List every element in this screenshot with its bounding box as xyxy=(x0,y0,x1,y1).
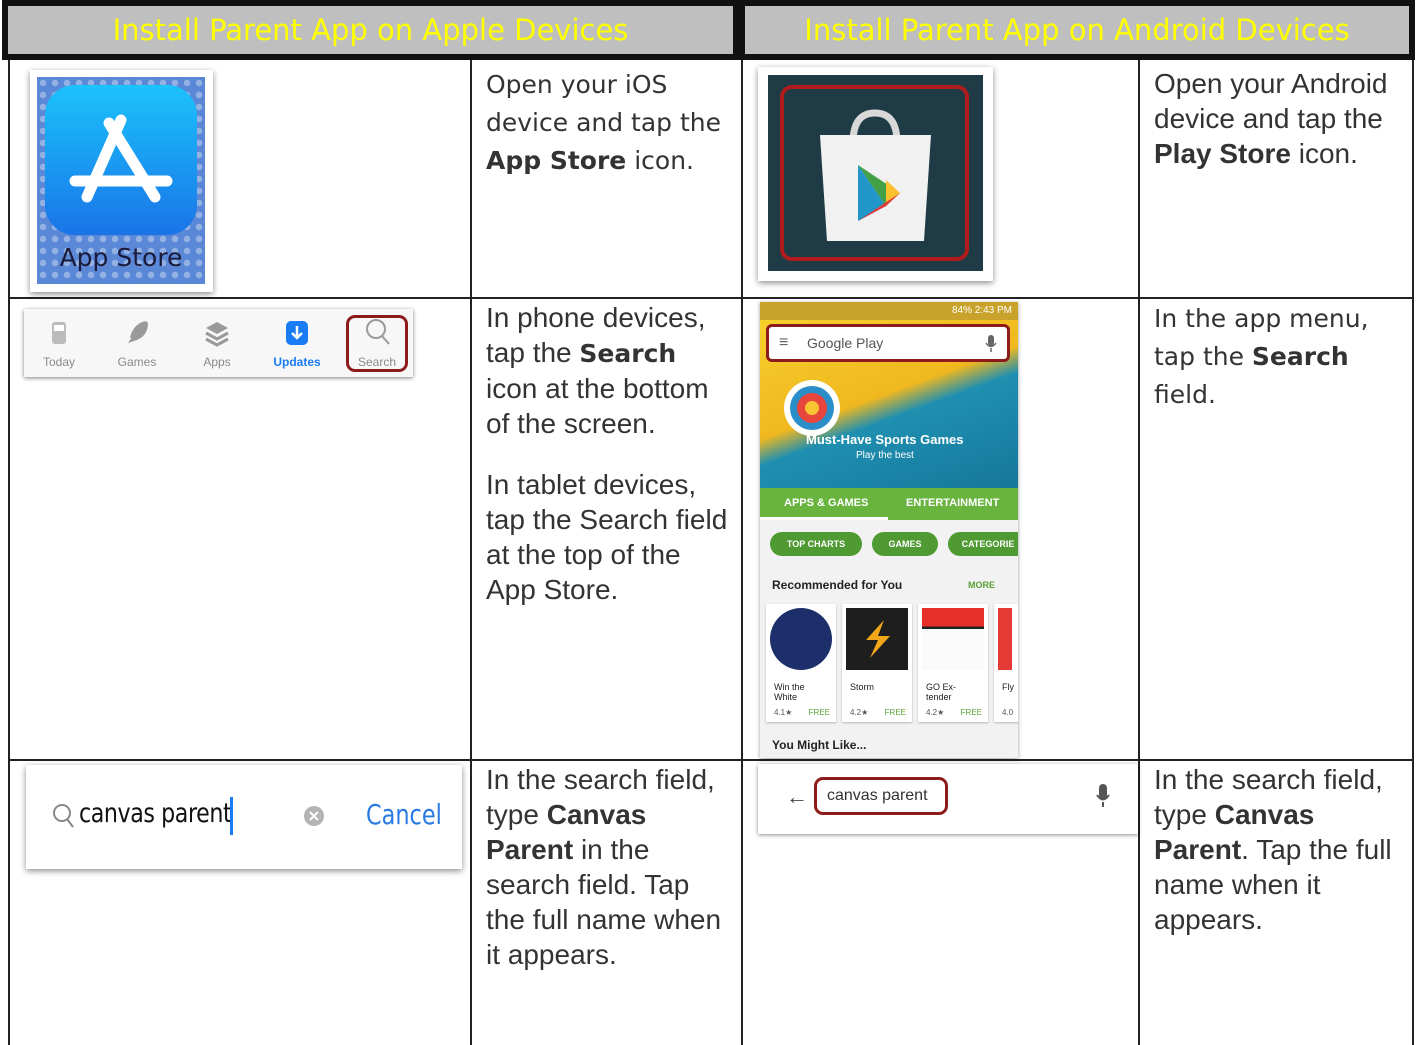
tab-updates[interactable]: Updates xyxy=(262,309,332,377)
apple-step2-tablet: In tablet devices, tap the Search field … xyxy=(486,469,728,605)
header-android: Install Parent App on Android Devices xyxy=(739,0,1415,60)
apple-step2-text: In phone devices, tap the Search icon at… xyxy=(486,300,731,607)
app-price: FREE xyxy=(808,708,830,717)
ios-search-bar[interactable]: canvas parent Cancel xyxy=(26,765,462,869)
app-rating: 4.1★ xyxy=(774,708,793,717)
ios-search-input[interactable]: canvas parent xyxy=(79,798,232,829)
app-price: FREE xyxy=(884,708,906,717)
android-search-bar[interactable]: ← canvas parent xyxy=(758,764,1138,834)
apple-step3-text: In the search field, type Canvas Parent … xyxy=(486,762,731,972)
chip-games[interactable]: GAMES xyxy=(872,532,938,556)
google-play-search-field[interactable]: ≡ Google Play xyxy=(766,324,1010,362)
google-play-placeholder: Google Play xyxy=(807,335,884,351)
tab-today-label: Today xyxy=(42,355,76,369)
android-search-input[interactable]: canvas parent xyxy=(814,777,948,815)
instructions-table: Install Parent App on Apple Devices Inst… xyxy=(0,0,1416,1045)
app-rating: 4.0 xyxy=(1002,708,1014,717)
apple-step2-bold: Search xyxy=(579,339,677,368)
app-card[interactable]: GO Ex-tender 4.2★ FREE xyxy=(918,604,988,722)
rocket-icon xyxy=(128,321,148,343)
search-tab-highlight xyxy=(346,315,408,372)
google-play-screenshot: 84% 2:43 PM Must-Have Sports Games Play … xyxy=(760,302,1018,758)
today-icon xyxy=(52,322,66,344)
border-left xyxy=(8,60,10,1045)
chip-top-charts[interactable]: TOP CHARTS xyxy=(770,532,862,556)
android-step2-post: field. xyxy=(1154,380,1216,409)
target-icon xyxy=(784,380,840,436)
app-rating: 4.2★ xyxy=(926,708,945,717)
banner-title: Must-Have Sports Games xyxy=(806,432,964,447)
border-col3 xyxy=(1138,60,1140,1045)
border-col1 xyxy=(470,60,472,1045)
apple-step1-post: icon. xyxy=(634,146,694,175)
updates-icon xyxy=(286,321,308,345)
mic-icon[interactable] xyxy=(1096,784,1110,808)
android-step1-bold: Play Store xyxy=(1154,138,1291,169)
app-rating: 4.2★ xyxy=(850,708,869,717)
app-card[interactable]: Storm 4.2★ FREE xyxy=(842,604,912,722)
storm-logo xyxy=(866,620,890,658)
app-name: Win the White xyxy=(774,682,805,702)
border-col2 xyxy=(741,60,743,1045)
app-name: Fly xyxy=(1002,682,1014,692)
app-name: GO Ex-tender xyxy=(926,682,957,702)
app-art xyxy=(922,608,984,670)
app-store-label: App Store xyxy=(59,243,183,272)
banner-subtitle: Play the best xyxy=(856,450,914,461)
mic-icon[interactable] xyxy=(985,335,997,353)
play-store-icon xyxy=(820,109,931,241)
menu-icon[interactable]: ≡ xyxy=(779,327,788,359)
app-name: Storm xyxy=(850,682,875,692)
header-apple: Install Parent App on Apple Devices xyxy=(2,0,739,60)
app-art xyxy=(998,608,1012,670)
layers-icon xyxy=(205,322,229,347)
clear-icon[interactable] xyxy=(303,805,325,827)
apple-step2-phone: In phone devices, tap the Search icon at… xyxy=(486,300,731,441)
app-art xyxy=(770,608,832,670)
might-like-heading: You Might Like... xyxy=(772,738,867,752)
status-bar: 84% 2:43 PM xyxy=(760,302,1018,320)
search-icon xyxy=(53,804,74,828)
apple-step2-post: icon at the bottom of the screen. xyxy=(486,373,709,439)
app-art xyxy=(846,608,908,670)
android-step1-pre: Open your Android device and tap the xyxy=(1154,68,1388,134)
android-step1-text: Open your Android device and tap the Pla… xyxy=(1154,66,1399,171)
tab-updates-label: Updates xyxy=(273,355,321,369)
cancel-button[interactable]: Cancel xyxy=(366,798,442,831)
play-store-image xyxy=(758,67,993,281)
tab-apps-label: Apps xyxy=(203,355,231,369)
apple-step1-bold: App Store xyxy=(486,146,627,175)
border-right xyxy=(1412,60,1414,1045)
app-card[interactable]: Win the White 4.1★ FREE xyxy=(766,604,836,722)
app-card[interactable]: Fly 4.0 xyxy=(994,604,1018,722)
apple-step1-text: Open your iOS device and tap the App Sto… xyxy=(486,66,731,180)
border-row1 xyxy=(8,297,1414,299)
back-arrow-icon[interactable]: ← xyxy=(786,784,808,810)
tab-today[interactable]: Today xyxy=(24,309,94,377)
tab-entertainment[interactable]: ENTERTAINMENT xyxy=(906,497,999,509)
gp-tab-bar: APPS & GAMES ENTERTAINMENT xyxy=(760,488,1018,520)
tab-apps-games[interactable]: APPS & GAMES xyxy=(784,497,868,509)
tab-underline xyxy=(760,517,888,520)
more-link[interactable]: MORE xyxy=(968,580,995,590)
chip-categories[interactable]: CATEGORIE xyxy=(948,532,1018,556)
text-cursor xyxy=(230,797,233,835)
android-step2-text: In the app menu, tap the Search field. xyxy=(1154,300,1399,414)
tab-apps[interactable]: Apps xyxy=(182,309,252,377)
android-step1-post: icon. xyxy=(1298,138,1358,169)
app-price: FREE xyxy=(960,708,982,717)
app-store-icon xyxy=(45,85,197,235)
border-row2 xyxy=(8,759,1414,761)
android-step2-bold: Search xyxy=(1251,342,1349,371)
tab-games[interactable]: Games xyxy=(102,309,172,377)
tab-games-label: Games xyxy=(117,355,157,369)
apple-step1-pre: Open your iOS device and tap the xyxy=(486,70,722,137)
recommended-heading: Recommended for You xyxy=(772,578,903,592)
app-store-image: App Store xyxy=(30,70,213,292)
android-step3-text: In the search field, type Canvas Parent.… xyxy=(1154,762,1399,937)
